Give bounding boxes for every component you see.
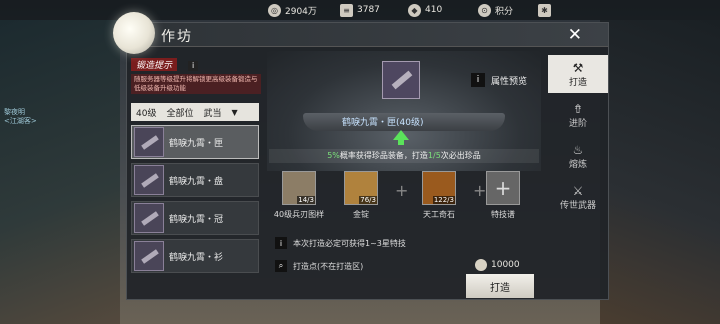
chance-post: 次必出珍品: [440, 151, 481, 160]
item-icon: [134, 165, 164, 195]
item-label: 鹤唳九霄・衫: [169, 252, 224, 263]
scene-left: [0, 20, 120, 324]
equipment-list: 鹤唳九霄・匣 鹤唳九霄・盘 鹤唳九霄・冠 鹤唳九霄・衫: [131, 125, 259, 277]
tab-legendary[interactable]: ⚔ 传世武器: [548, 178, 608, 216]
guarantee-text: 本次打造必定可获得1~3星特技: [293, 238, 406, 248]
tab-label: 传世武器: [559, 200, 596, 211]
material-count: 76/3: [359, 196, 377, 204]
upgrade-icon: ⇮: [572, 101, 584, 116]
flame-icon: ♨: [572, 142, 584, 157]
info-icon[interactable]: i: [188, 61, 199, 71]
item-icon: [134, 203, 164, 233]
tab-smelt[interactable]: ♨ 熔炼: [548, 137, 608, 175]
ingot-icon: 76/3: [344, 171, 378, 205]
scroll-icon: ≡: [340, 3, 353, 17]
info-icon: i: [471, 73, 485, 87]
forge-button[interactable]: 打造: [466, 274, 534, 298]
resource-gold: ◎ 2904万: [268, 3, 317, 17]
tab-label: 进阶: [568, 118, 587, 129]
list-item[interactable]: 鹤唳九霄・冠: [131, 201, 259, 235]
chance-percent: 5%: [327, 151, 340, 160]
swords-icon: ⚔: [572, 183, 584, 198]
gear-icon: ✱: [538, 3, 551, 17]
chevron-down-icon[interactable]: ▼: [226, 108, 242, 117]
forge-tip: 锻造提示 i 随服务器等级提升将解锁更高级装备锻造与低级装备升级功能: [131, 53, 261, 94]
window-header: 作坊 ✕: [127, 23, 608, 47]
coin-stack-icon: ◎: [268, 3, 281, 17]
coin-icon: [475, 259, 487, 271]
material-pattern[interactable]: 14/3 40级兵刃图样: [269, 171, 329, 220]
chance-text: 5%概率获得珍品装备，打造1/5次必出珍品: [269, 149, 539, 163]
npc-name: 黎夜明: [4, 108, 25, 116]
side-tabs: ⚒ 打造 ⇮ 进阶 ♨ 熔炼 ⚔ 传世武器: [548, 55, 608, 219]
forge-cost: 10000: [475, 259, 520, 271]
material-stone[interactable]: 122/3 天工奇石: [409, 171, 469, 220]
list-item[interactable]: 鹤唳九霄・衫: [131, 239, 259, 273]
tip-text: 随服务器等级提升将解锁更高级装备锻造与低级装备升级功能: [131, 74, 261, 94]
points-icon: ⊙: [478, 3, 491, 17]
item-icon: [134, 241, 164, 271]
tab-forge[interactable]: ⚒ 打造: [548, 55, 608, 93]
settings-button[interactable]: ✱: [538, 3, 551, 17]
filter-bar: 40级 全部位 武当 ▼: [131, 103, 259, 121]
tip-title: 锻造提示: [131, 58, 178, 71]
info-icon[interactable]: i: [275, 237, 287, 249]
material-label: 40级兵刃图样: [273, 210, 325, 219]
close-button[interactable]: ✕: [568, 25, 582, 45]
tab-label: 熔炼: [568, 159, 587, 170]
chance-ratio: 1/5: [427, 151, 441, 160]
plus-icon: +: [395, 181, 409, 200]
gold-value: 2904万: [285, 6, 317, 17]
resource-points[interactable]: ⊙ 积分: [478, 3, 513, 17]
ingot-icon: ◆: [408, 3, 421, 17]
npc-label: 黎夜明 <江湖客>: [4, 108, 37, 126]
points-label: 积分: [495, 6, 514, 17]
anvil-icon: ⚒: [572, 60, 584, 75]
tab-advance[interactable]: ⇮ 进阶: [548, 96, 608, 134]
slot-filter[interactable]: 全部位: [161, 106, 198, 119]
resource-bar: ◎ 2904万 ≡ 3787 ◆ 410 ⊙ 积分 ✱: [0, 0, 720, 20]
item-icon: [134, 127, 164, 157]
material-label: 特技谱: [491, 210, 515, 219]
list-item[interactable]: 鹤唳九霄・盘: [131, 163, 259, 197]
list-item[interactable]: 鹤唳九霄・匣: [131, 125, 259, 159]
forge-point-info[interactable]: ⌕ 打造点(不在打造区): [275, 260, 363, 272]
moon-emblem: [113, 12, 155, 54]
cost-value: 10000: [491, 260, 520, 270]
stone-icon: 122/3: [422, 171, 456, 205]
material-gold[interactable]: 76/3 金锭: [331, 171, 391, 220]
scroll-value: 3787: [357, 5, 380, 15]
item-label: 鹤唳九霄・盘: [169, 176, 224, 187]
forge-point-text: 打造点(不在打造区): [293, 261, 364, 271]
item-label: 鹤唳九霄・匣: [169, 138, 224, 149]
material-label: 天工奇石: [423, 210, 455, 219]
level-filter[interactable]: 40级: [131, 106, 161, 119]
resource-ingot: ◆ 410: [408, 3, 442, 17]
tab-label: 打造: [568, 77, 587, 88]
material-skillbook[interactable]: + 特技谱: [473, 171, 533, 220]
chance-mid: 概率获得珍品装备，打造: [339, 151, 428, 160]
magnifier-icon: ⌕: [275, 260, 287, 272]
material-count: 14/3: [297, 196, 315, 204]
preview-label: 属性预览: [491, 76, 528, 87]
window-title: 作坊: [161, 29, 193, 45]
sect-filter[interactable]: 武当: [198, 106, 226, 119]
material-count: 122/3: [432, 196, 455, 204]
selected-item-icon[interactable]: [382, 61, 420, 99]
upgrade-arrow-stem: [398, 139, 404, 145]
resource-scroll: ≡ 3787: [340, 3, 380, 17]
selected-item-name: 鹤唳九霄・匣(40级): [342, 118, 424, 128]
pattern-icon: 14/3: [282, 171, 316, 205]
ingot-value: 410: [425, 5, 443, 15]
scene-right: [600, 20, 720, 324]
attribute-preview-button[interactable]: i 属性预览: [471, 73, 527, 87]
workshop-window: 作坊 ✕ 锻造提示 i 随服务器等级提升将解锁更高级装备锻造与低级装备升级功能 …: [126, 22, 609, 300]
item-label: 鹤唳九霄・冠: [169, 214, 224, 225]
npc-title: <江湖客>: [4, 117, 37, 125]
guarantee-info: i 本次打造必定可获得1~3星特技: [275, 237, 406, 249]
add-icon: +: [486, 171, 520, 205]
material-label: 金锭: [353, 210, 369, 219]
